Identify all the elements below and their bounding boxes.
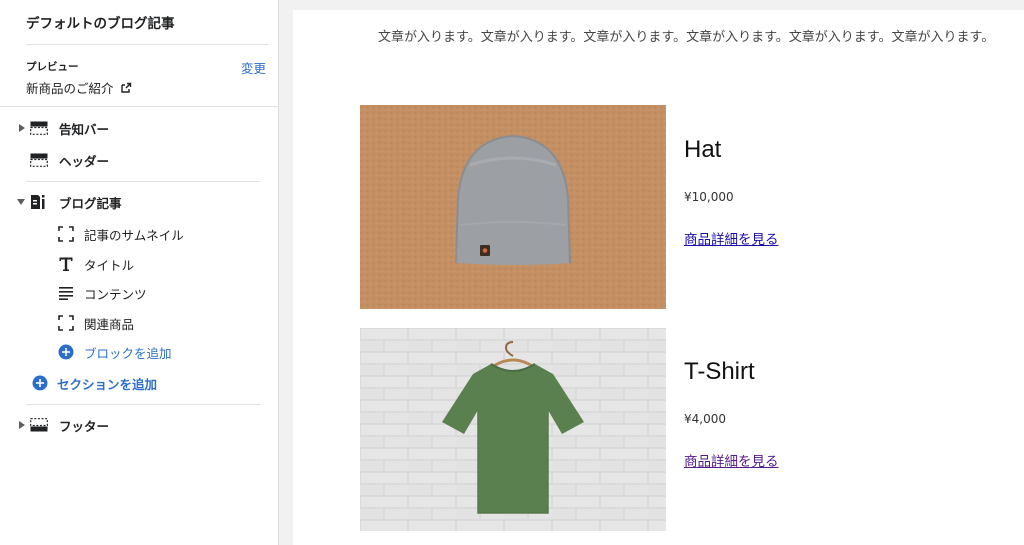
product-image-tshirt[interactable] xyxy=(360,328,666,531)
block-label: 関連商品 xyxy=(84,316,135,332)
change-preview-link[interactable]: 変更 xyxy=(241,58,266,77)
announcement-bar-icon xyxy=(30,120,48,136)
footer-icon xyxy=(30,417,48,433)
add-block-label: ブロックを追加 xyxy=(84,345,172,361)
plus-circle-icon xyxy=(31,375,49,391)
divider xyxy=(26,181,260,182)
section-label: ヘッダー xyxy=(59,153,110,169)
blog-paragraph: 文章が入ります。文章が入ります。文章が入ります。文章が入ります。文章が入ります。… xyxy=(378,30,995,45)
preview-value-text: 新商品のご紹介 xyxy=(26,81,114,96)
blog-post-icon xyxy=(30,194,48,210)
section-label: フッター xyxy=(59,418,110,434)
product-detail-link[interactable]: 商品詳細を見る xyxy=(684,228,779,248)
add-section-label: セクションを追加 xyxy=(57,376,158,392)
thumbnail-frame-icon xyxy=(57,226,75,242)
external-link-icon xyxy=(120,82,131,93)
caret-right-icon[interactable] xyxy=(17,420,27,430)
block-related-products[interactable]: 関連商品 xyxy=(0,312,134,334)
product-price: ¥4,000 xyxy=(684,412,726,426)
product-name: T-Shirt xyxy=(684,358,755,385)
preview-value-link[interactable]: 新商品のご紹介 xyxy=(26,78,132,97)
plus-circle-icon xyxy=(57,344,75,360)
divider xyxy=(26,44,268,45)
block-title[interactable]: タイトル xyxy=(0,253,134,275)
divider xyxy=(0,106,279,107)
product-price: ¥10,000 xyxy=(684,190,734,204)
section-footer[interactable]: フッター xyxy=(0,414,109,436)
block-content[interactable]: コンテンツ xyxy=(0,282,147,304)
section-announcement-bar[interactable]: 告知バー xyxy=(0,117,109,139)
preview-label: プレビュー xyxy=(26,61,79,73)
product-image-hat[interactable] xyxy=(360,105,666,309)
section-label: 告知バー xyxy=(59,121,110,137)
section-blog-post[interactable]: ブログ記事 xyxy=(0,191,122,213)
theme-editor: デフォルトのブログ記事 プレビュー 変更 新商品のご紹介 告知バー ヘッダー ブ… xyxy=(0,0,1024,545)
header-icon xyxy=(30,152,48,168)
section-header[interactable]: ヘッダー xyxy=(0,149,109,171)
page-title: デフォルトのブログ記事 xyxy=(26,16,175,32)
sidebar: デフォルトのブログ記事 プレビュー 変更 新商品のご紹介 告知バー ヘッダー ブ… xyxy=(0,0,279,545)
content-lines-icon xyxy=(57,285,75,301)
block-thumbnail[interactable]: 記事のサムネイル xyxy=(0,223,184,245)
caret-down-icon[interactable] xyxy=(16,197,26,207)
block-label: タイトル xyxy=(84,257,135,273)
section-label: ブログ記事 xyxy=(59,195,122,211)
preview-pane: 文章が入ります。文章が入ります。文章が入ります。文章が入ります。文章が入ります。… xyxy=(293,10,1024,545)
product-name: Hat xyxy=(684,136,722,163)
title-t-icon xyxy=(57,256,75,272)
block-label: コンテンツ xyxy=(84,286,147,302)
add-section-button[interactable]: セクションを追加 xyxy=(0,372,157,394)
block-label: 記事のサムネイル xyxy=(84,227,184,243)
add-block-button[interactable]: ブロックを追加 xyxy=(0,341,172,363)
product-detail-link[interactable]: 商品詳細を見る xyxy=(684,450,779,470)
caret-right-icon[interactable] xyxy=(17,123,27,133)
divider xyxy=(26,404,260,405)
related-products-frame-icon xyxy=(57,315,75,331)
